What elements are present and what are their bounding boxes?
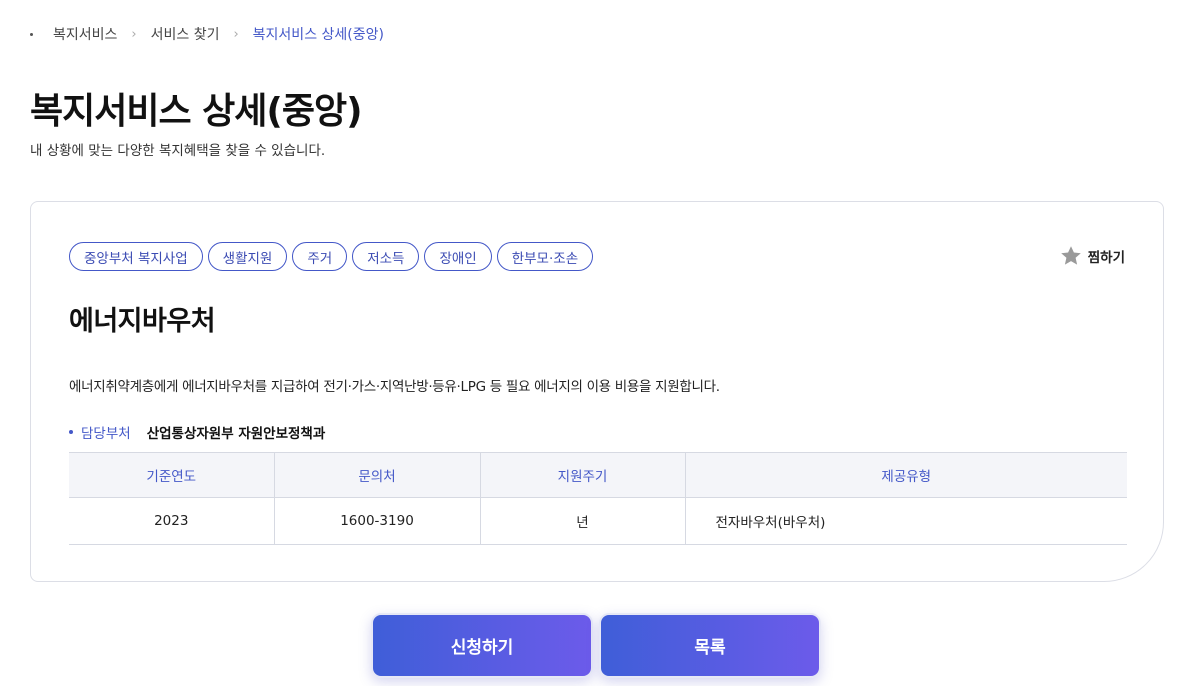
table-header-row: 기준연도 문의처 지원주기 제공유형	[69, 452, 1127, 498]
breadcrumb-item-welfare-service[interactable]: 복지서비스	[53, 24, 117, 44]
service-title: 에너지바우처	[69, 306, 216, 337]
cell-base-year: 2023	[69, 497, 274, 545]
chevron-right-icon: ›	[233, 26, 239, 42]
table-header-provision-type: 제공유형	[684, 452, 1127, 498]
table-header-support-cycle: 지원주기	[479, 452, 685, 498]
bookmark-button[interactable]: 찜하기	[1059, 244, 1125, 268]
breadcrumb-item-current: 복지서비스 상세(중앙)	[252, 27, 384, 43]
apply-button[interactable]: 신청하기	[371, 613, 593, 678]
bullet-icon	[69, 430, 73, 434]
breadcrumb: 복지서비스 › 서비스 찾기 › 복지서비스 상세(중앙)	[30, 24, 384, 44]
service-detail-card: 중앙부처 복지사업 생활지원 주거 저소득 장애인 한부모·조손 찜하기 에너지…	[30, 201, 1164, 582]
tag-central-ministry[interactable]: 중앙부처 복지사업	[69, 242, 203, 271]
department-info: 담당부처 산업통상자원부 자원안보정책과	[69, 422, 325, 442]
page-title: 복지서비스 상세(중앙)	[30, 91, 363, 132]
tag-living-support[interactable]: 생활지원	[207, 242, 288, 271]
service-description: 에너지취약계층에게 에너지바우처를 지급하여 전기·가스·지역난방·등유·LPG…	[69, 379, 720, 395]
list-button[interactable]: 목록	[599, 613, 821, 678]
breadcrumb-item-find-service[interactable]: 서비스 찾기	[151, 24, 220, 44]
table-header-contact: 문의처	[273, 452, 480, 498]
star-icon	[1060, 246, 1081, 265]
service-tags: 중앙부처 복지사업 생활지원 주거 저소득 장애인 한부모·조손	[69, 242, 594, 271]
cell-contact: 1600-3190	[273, 497, 480, 545]
chevron-right-icon: ›	[131, 26, 137, 42]
breadcrumb-home-dot	[30, 32, 33, 36]
bookmark-label: 찜하기	[1087, 250, 1125, 266]
tag-single-parent[interactable]: 한부모·조손	[496, 242, 594, 271]
tag-disabled[interactable]: 장애인	[424, 242, 492, 271]
service-info-table: 기준연도 문의처 지원주기 제공유형 2023 1600-3190 년 전자바우…	[69, 452, 1127, 545]
department-label: 담당부처	[81, 426, 131, 442]
cell-support-cycle: 년	[479, 497, 685, 545]
cell-provision-type: 전자바우처(바우처)	[684, 497, 1127, 545]
table-header-base-year: 기준연도	[69, 452, 274, 498]
table-row: 2023 1600-3190 년 전자바우처(바우처)	[69, 497, 1127, 545]
department-value: 산업통상자원부 자원안보정책과	[146, 426, 326, 442]
tag-low-income[interactable]: 저소득	[352, 242, 420, 271]
tag-housing[interactable]: 주거	[292, 242, 348, 271]
page-description: 내 상황에 맞는 다양한 복지혜택을 찾을 수 있습니다.	[30, 143, 326, 159]
